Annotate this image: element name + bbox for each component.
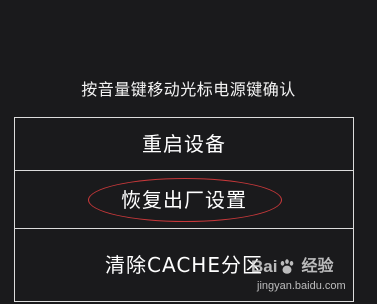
watermark-brand-right: 经验: [301, 258, 334, 275]
paw-icon: [281, 259, 294, 274]
watermark-url: jingyan.baidu.com: [257, 280, 346, 292]
menu-item-reboot[interactable]: 重启设备: [15, 118, 353, 171]
instruction-text: 按音量键移动光标电源键确认: [81, 80, 296, 99]
watermark-logo: Bai 经验: [251, 256, 369, 278]
menu-item-factory-reset[interactable]: 恢复出厂设置: [15, 171, 353, 229]
watermark-brand-left: Bai: [251, 257, 278, 276]
baidu-jingyan-watermark: Bai 经验 jingyan.baidu.com: [245, 256, 369, 302]
